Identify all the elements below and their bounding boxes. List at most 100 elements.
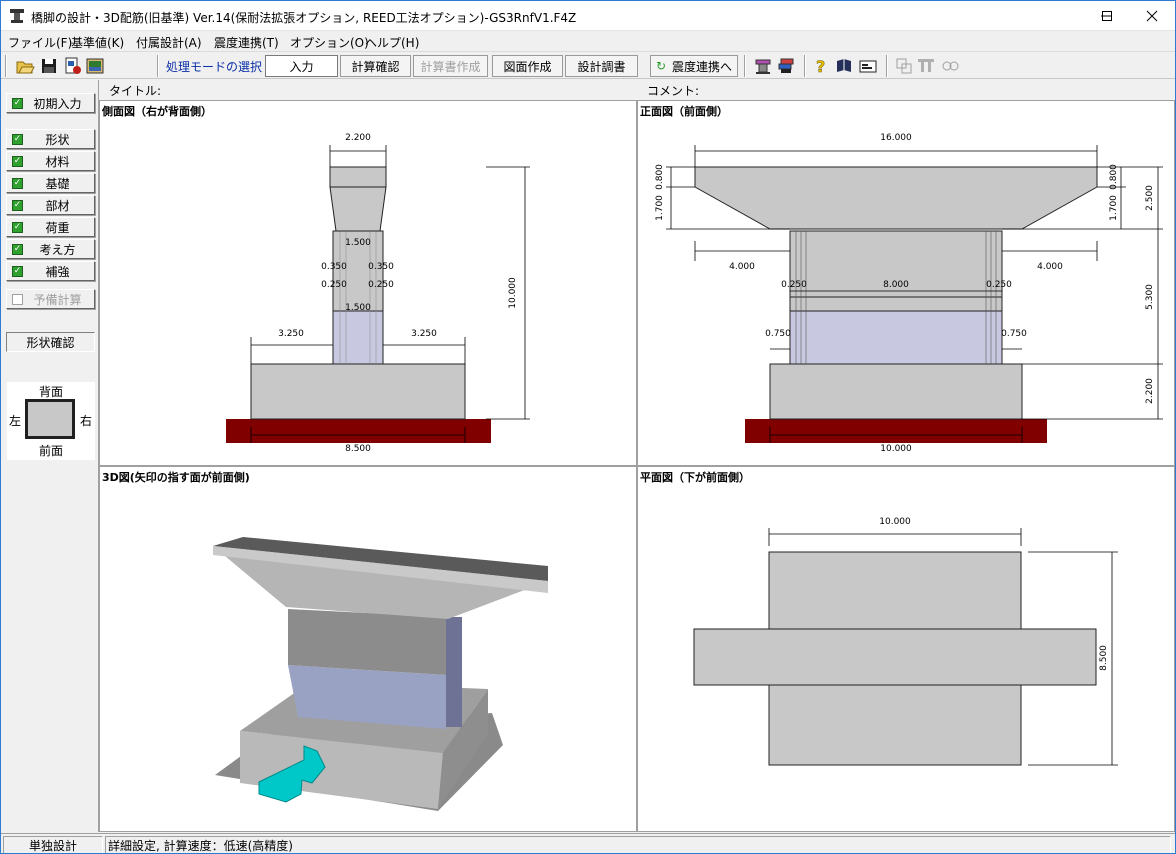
sidebar-item-label: 材料 bbox=[45, 154, 70, 169]
close-button[interactable] bbox=[1129, 1, 1175, 31]
check-icon: ✓ bbox=[12, 133, 23, 145]
structure-icon[interactable] bbox=[753, 56, 773, 76]
dim-footing-width: 10.000 bbox=[880, 444, 912, 454]
orientation-left: 左 bbox=[9, 414, 22, 428]
beam-top bbox=[329, 166, 387, 188]
dim-top-width: 2.200 bbox=[345, 133, 371, 143]
menu-options[interactable]: オプション(O) bbox=[290, 34, 369, 51]
sidebar-item-label: 部材 bbox=[45, 198, 70, 213]
seismic-link-button[interactable]: ↻ 震度連携へ bbox=[650, 55, 738, 77]
app-window: 橋脚の設計・3D配筋(旧基準) Ver.14(保耐法拡張オプション, REED工… bbox=[0, 0, 1176, 854]
preliminary-calc-label: 予備計算 bbox=[33, 292, 82, 307]
tool-disabled-icon[interactable] bbox=[940, 56, 960, 76]
dim-left-height-2: 1.700 bbox=[655, 195, 665, 221]
dim-left-extension: 0.750 bbox=[765, 329, 791, 339]
column-lower bbox=[789, 310, 1003, 365]
dim-plan-depth: 8.500 bbox=[1099, 645, 1109, 671]
sidebar-item-shape[interactable]: ✓ 形状 bbox=[6, 129, 95, 149]
orientation-square bbox=[25, 399, 75, 439]
toolbar-separator bbox=[744, 55, 746, 77]
pier-disabled-icon[interactable] bbox=[916, 56, 936, 76]
status-detail: 詳細設定, 計算速度：低速(高精度) bbox=[105, 836, 1171, 853]
menu-file[interactable]: ファイル(F) bbox=[8, 34, 72, 51]
manual-icon[interactable] bbox=[834, 56, 854, 76]
dim-footing-width: 8.500 bbox=[345, 444, 371, 454]
dim-right-total: 2.500 bbox=[1145, 185, 1155, 211]
dim-top-width: 16.000 bbox=[880, 133, 912, 143]
dim-total-height: 10.000 bbox=[508, 277, 518, 309]
design-doc-button[interactable]: 設計調書 bbox=[565, 55, 638, 77]
sidebar-item-label: 基礎 bbox=[45, 176, 70, 191]
orientation-right: 右 bbox=[80, 414, 93, 428]
maximize-icon bbox=[1102, 11, 1112, 21]
file-settings-icon[interactable] bbox=[63, 56, 83, 76]
menu-help[interactable]: ヘルプ(H) bbox=[365, 34, 419, 51]
unchecked-box-icon bbox=[12, 293, 23, 305]
column-lower bbox=[332, 310, 384, 365]
dim-left-extension: 3.250 bbox=[278, 329, 304, 339]
open-folder-icon[interactable] bbox=[15, 56, 35, 76]
sidebar-item-material[interactable]: ✓ 材料 bbox=[6, 151, 95, 171]
front-view-drawing: 16.000 0.800 1.700 0.800 1.700 2.500 4.0… bbox=[655, 133, 1163, 454]
card-icon[interactable] bbox=[858, 56, 878, 76]
title-field-label: タイトル: bbox=[109, 83, 162, 98]
sidebar-item-label: 形状 bbox=[45, 132, 70, 147]
svg-text:?: ? bbox=[816, 57, 825, 76]
column-upper bbox=[789, 230, 1003, 312]
dim-plan-width: 10.000 bbox=[879, 517, 911, 527]
dim-right-height-1: 0.800 bbox=[1109, 164, 1119, 190]
beam-plan bbox=[693, 628, 1097, 686]
window-title: 橋脚の設計・3D配筋(旧基準) Ver.14(保耐法拡張オプション, REED工… bbox=[31, 11, 577, 25]
comment-field-label: コメント: bbox=[647, 83, 700, 98]
check-icon: ✓ bbox=[12, 199, 23, 211]
title-bar: 橋脚の設計・3D配筋(旧基準) Ver.14(保耐法拡張オプション, REED工… bbox=[1, 1, 1175, 31]
dim-right-extension: 3.250 bbox=[411, 329, 437, 339]
calc-check-button[interactable]: 計算確認 bbox=[340, 55, 411, 77]
menu-seismic-link[interactable]: 震度連携(T) bbox=[214, 34, 279, 51]
menu-attached-design[interactable]: 付属設計(A) bbox=[136, 34, 202, 51]
processing-mode-label: 処理モードの選択 bbox=[166, 60, 263, 74]
view-3d-icon[interactable] bbox=[85, 56, 105, 76]
check-icon: ✓ bbox=[12, 177, 23, 189]
report-create-button[interactable]: 計算書作成 bbox=[413, 55, 488, 77]
plan-view-panel: 平面図（下が前面側） 10.000 8.500 bbox=[637, 466, 1175, 832]
help-icon[interactable]: ? bbox=[811, 56, 831, 76]
orientation-back: 背面 bbox=[39, 385, 64, 399]
dim-right-extension: 0.750 bbox=[1001, 329, 1027, 339]
column-side bbox=[446, 617, 462, 727]
dim-right-cover: 0.250 bbox=[986, 280, 1012, 290]
check-icon: ✓ bbox=[12, 155, 23, 167]
dim-column-width: 8.000 bbox=[883, 280, 909, 290]
dim-left-cover: 0.250 bbox=[321, 280, 347, 290]
preliminary-calc-button[interactable]: 予備計算 bbox=[6, 289, 95, 309]
maximize-button[interactable] bbox=[1084, 1, 1130, 31]
iso-view-panel: 3D図(矢印の指す面が前面側) bbox=[99, 466, 637, 832]
drawing-create-button[interactable]: 図面作成 bbox=[492, 55, 563, 77]
input-mode-button[interactable]: 入力 bbox=[265, 55, 338, 77]
iso-view-drawing bbox=[213, 537, 548, 811]
toolbar-separator bbox=[5, 55, 7, 77]
dim-left-cover: 0.250 bbox=[781, 280, 807, 290]
shape-check-button[interactable]: 形状確認 bbox=[6, 332, 95, 352]
copy-disabled-icon[interactable] bbox=[894, 56, 914, 76]
menu-standards[interactable]: 基準値(K) bbox=[71, 34, 124, 51]
plan-view-title: 平面図（下が前面側） bbox=[640, 471, 750, 484]
sidebar-item-foundation[interactable]: ✓ 基礎 bbox=[6, 173, 95, 193]
footing bbox=[250, 363, 466, 420]
beam-taper bbox=[329, 186, 387, 232]
sidebar-item-load[interactable]: ✓ 荷重 bbox=[6, 217, 95, 237]
check-icon: ✓ bbox=[12, 221, 23, 233]
iso-view-title: 3D図(矢印の指す面が前面側) bbox=[102, 471, 250, 484]
layer-icon[interactable] bbox=[776, 56, 796, 76]
close-icon bbox=[1146, 10, 1158, 22]
dim-left-overhang: 4.000 bbox=[729, 262, 755, 272]
sidebar-item-reinforcement[interactable]: ✓ 補強 bbox=[6, 261, 95, 281]
sidebar-item-member[interactable]: ✓ 部材 bbox=[6, 195, 95, 215]
bridge-pier-app-icon bbox=[10, 9, 24, 23]
initial-input-button[interactable]: ✓ 初期入力 bbox=[6, 93, 95, 113]
save-icon[interactable] bbox=[39, 56, 59, 76]
orientation-indicator: 背面 左 右 前面 bbox=[7, 382, 95, 460]
dim-left-height-1: 0.800 bbox=[655, 164, 665, 190]
menu-bar: ファイル(F) 基準値(K) 付属設計(A) 震度連携(T) オプション(O) … bbox=[1, 32, 1175, 52]
sidebar-item-approach[interactable]: ✓ 考え方 bbox=[6, 239, 95, 259]
